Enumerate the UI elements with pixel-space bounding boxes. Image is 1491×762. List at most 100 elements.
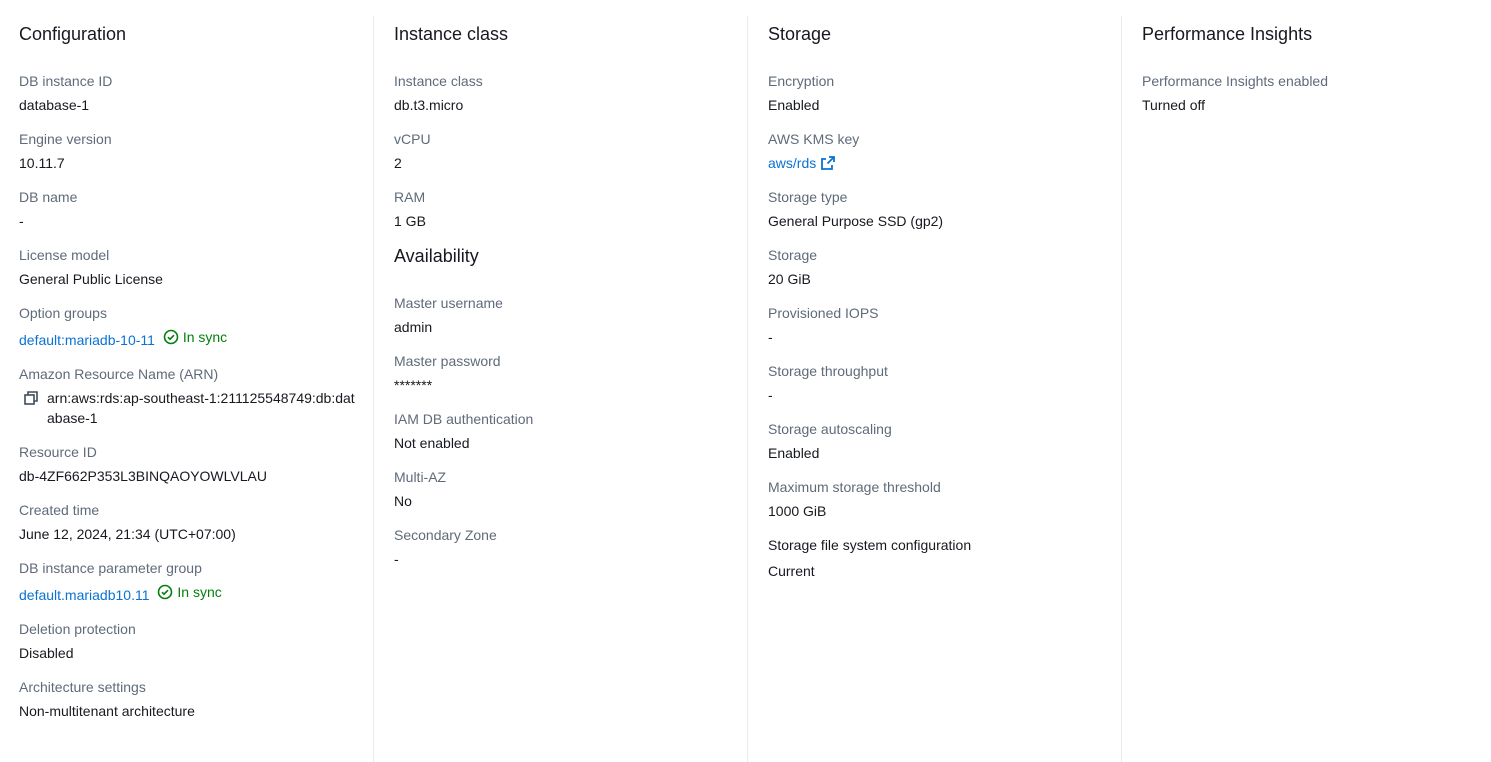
iops-value: - [768,329,773,345]
iam-auth-value: Not enabled [394,435,470,451]
copy-arn-button[interactable] [21,388,41,408]
created-time-value: June 12, 2024, 21:34 (UTC+07:00) [19,526,236,542]
license-model-field: License model General Public License [19,245,361,289]
license-model-label: License model [19,247,110,263]
arn-value-row: arn:aws:rds:ap-southeast-1:211125548749:… [19,388,361,428]
engine-version-label: Engine version [19,131,112,147]
instance-class-value: db.t3.micro [394,97,464,113]
encryption-field: Encryption Enabled [768,71,1109,115]
storage-type-label: Storage type [768,189,848,205]
performance-insights-title: Performance Insights [1142,24,1313,44]
max-threshold-label: Maximum storage threshold [768,479,941,495]
vcpu-label: vCPU [394,131,431,147]
parameter-group-value: default.mariadb10.11 In sync [19,582,361,605]
arn-field: Amazon Resource Name (ARN) arn:aws:rds:a… [19,364,361,428]
ram-value: 1 GB [394,213,426,229]
master-password-label: Master password [394,353,501,369]
ram-field: RAM 1 GB [394,187,735,231]
file-system-label: Storage file system configuration [768,537,972,553]
iops-field: Provisioned IOPS - [768,303,1109,347]
parameter-group-field: DB instance parameter group default.mari… [19,558,361,605]
option-groups-label: Option groups [19,305,107,321]
multi-az-field: Multi-AZ No [394,467,735,511]
throughput-label: Storage throughput [768,363,888,379]
option-group-sync-status: In sync [163,327,227,347]
storage-size-value: 20 GiB [768,271,811,287]
copy-icon [24,391,38,405]
storage-type-value: General Purpose SSD (gp2) [768,213,944,229]
master-password-field: Master password ******* [394,351,735,395]
pi-enabled-field: Performance Insights enabled Turned off [1142,71,1479,115]
storage-size-field: Storage 20 GiB [768,245,1109,289]
option-group-link[interactable]: default:mariadb-10-11 [19,332,155,348]
db-instance-id-field: DB instance ID database-1 [19,71,361,115]
encryption-value: Enabled [768,97,820,113]
file-system-field: Storage file system configuration Curren… [768,535,1109,581]
instance-class-title: Instance class [394,24,509,44]
availability-title: Availability [394,246,479,266]
db-name-field: DB name - [19,187,361,231]
vcpu-field: vCPU 2 [394,129,735,173]
configuration-column: Configuration DB instance ID database-1 … [0,16,374,762]
kms-key-link[interactable]: aws/rds [768,155,836,171]
kms-key-value: aws/rds [768,153,1109,173]
secondary-zone-label: Secondary Zone [394,527,497,543]
architecture-label: Architecture settings [19,679,146,695]
option-group-sync-text: In sync [182,329,228,345]
throughput-field: Storage throughput - [768,361,1109,405]
architecture-value: Non-multitenant architecture [19,703,195,719]
db-name-value: - [19,213,24,229]
external-link-icon [821,156,836,170]
engine-version-value: 10.11.7 [19,155,65,171]
multi-az-value: No [394,493,412,509]
master-username-label: Master username [394,295,503,311]
configuration-title: Configuration [19,24,127,44]
resource-id-value: db-4ZF662P353L3BINQAOYOWLVLAU [19,468,267,484]
multi-az-label: Multi-AZ [394,469,447,485]
parameter-group-sync-status: In sync [157,582,222,602]
parameter-group-link[interactable]: default.mariadb10.11 [19,587,150,603]
created-time-field: Created time June 12, 2024, 21:34 (UTC+0… [19,500,361,544]
iam-auth-field: IAM DB authentication Not enabled [394,409,735,453]
vcpu-value: 2 [394,155,402,171]
parameter-group-label: DB instance parameter group [19,560,202,576]
storage-size-label: Storage [768,247,818,263]
encryption-label: Encryption [768,73,835,89]
db-instance-id-value: database-1 [19,97,90,113]
arn-value: arn:aws:rds:ap-southeast-1:211125548749:… [47,390,355,426]
storage-type-field: Storage type General Purpose SSD (gp2) [768,187,1109,231]
master-username-value: admin [394,319,433,335]
instance-class-label: Instance class [394,73,483,89]
storage-column: Storage Encryption Enabled AWS KMS key a… [748,16,1122,762]
kms-key-label: AWS KMS key [768,131,860,147]
details-grid: Configuration DB instance ID database-1 … [0,0,1491,762]
check-circle-icon [158,584,173,600]
iops-label: Provisioned IOPS [768,305,879,321]
architecture-field: Architecture settings Non-multitenant ar… [19,677,361,721]
throughput-value: - [768,387,773,403]
parameter-group-sync-text: In sync [177,584,222,600]
instance-class-column: Instance class Instance class db.t3.micr… [374,16,748,762]
file-system-value: Current [768,563,815,579]
autoscaling-label: Storage autoscaling [768,421,892,437]
autoscaling-field: Storage autoscaling Enabled [768,419,1109,463]
option-groups-field: Option groups default:mariadb-10-11 In s… [19,303,361,350]
autoscaling-value: Enabled [768,445,820,461]
resource-id-label: Resource ID [19,444,97,460]
resource-id-field: Resource ID db-4ZF662P353L3BINQAOYOWLVLA… [19,442,361,486]
max-threshold-field: Maximum storage threshold 1000 GiB [768,477,1109,521]
storage-title: Storage [768,24,832,44]
deletion-protection-value: Disabled [19,645,74,661]
master-username-field: Master username admin [394,293,735,337]
instance-class-field: Instance class db.t3.micro [394,71,735,115]
db-instance-id-label: DB instance ID [19,73,113,89]
max-threshold-value: 1000 GiB [768,503,827,519]
option-groups-value: default:mariadb-10-11 In sync [19,327,361,350]
kms-key-field: AWS KMS key aws/rds [768,129,1109,173]
kms-key-link-text: aws/rds [768,155,817,171]
deletion-protection-field: Deletion protection Disabled [19,619,361,663]
arn-label: Amazon Resource Name (ARN) [19,366,219,382]
performance-insights-column: Performance Insights Performance Insight… [1122,16,1491,762]
license-model-value: General Public License [19,271,163,287]
created-time-label: Created time [19,502,100,518]
